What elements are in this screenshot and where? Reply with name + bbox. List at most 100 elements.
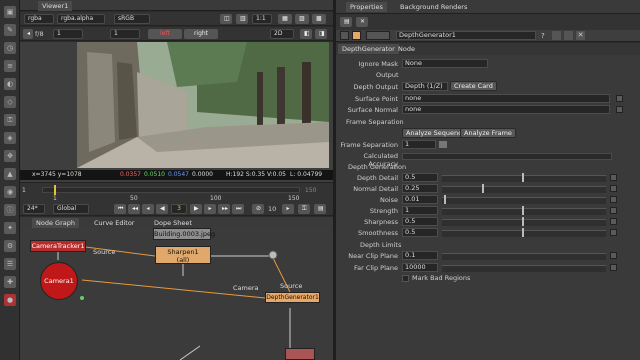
param-slider[interactable] [442,217,606,226]
param-anim-icon[interactable] [610,174,617,181]
param-value-field[interactable]: 0.01 [402,195,438,204]
surface-point-link-icon[interactable] [616,95,623,102]
toolsets-icon[interactable]: ⚙ [4,240,16,252]
metadata-icon[interactable]: ⓘ [4,204,16,216]
other-icon[interactable]: ☰ [4,258,16,270]
roi-icon[interactable]: ▦ [278,14,292,24]
param-value-field[interactable]: 0.5 [402,228,438,237]
draw-icon[interactable]: ✎ [4,24,16,36]
range-scope-dropdown[interactable]: Global [53,204,89,214]
param-slider-knob[interactable] [522,217,524,226]
undo-redo-icon[interactable] [366,31,390,40]
right-view-button[interactable]: right [184,29,218,39]
param-slider[interactable] [442,173,606,182]
frame-separation-field[interactable]: 1 [402,140,436,149]
param-anim-icon[interactable] [610,196,617,203]
param-anim-icon[interactable] [610,207,617,214]
timeline-track[interactable] [42,187,300,193]
param-slider[interactable] [442,184,606,193]
tab-dope-sheet[interactable]: Dope Sheet [150,218,196,228]
param-slider-knob[interactable] [522,173,524,182]
lock-range-icon[interactable]: ⚿ [298,204,310,214]
channels-dropdown[interactable]: rgba [24,14,54,24]
surface-normal-link-icon[interactable] [616,106,623,113]
frame-separation-slider[interactable] [439,141,447,148]
close-panel-icon[interactable]: ✕ [576,31,585,40]
gamma-field[interactable]: 1 [110,29,140,39]
tab-properties[interactable]: Properties [346,2,387,12]
camera-tracker-node[interactable]: CameraTracker1 [30,240,86,252]
far-clip-slider[interactable] [442,265,606,272]
param-slider-knob[interactable] [444,195,446,204]
revert-icon[interactable] [552,31,561,40]
play-backward-icon[interactable]: ◀ [156,204,168,214]
param-anim-icon[interactable] [610,229,617,236]
last-frame-icon[interactable]: ⏭ [232,204,244,214]
fps-dropdown[interactable]: 24* [23,204,45,214]
tab-curve-editor[interactable]: Curve Editor [90,218,138,228]
filter-icon[interactable]: ◇ [4,96,16,108]
zoom-dropdown[interactable]: 1:1 [252,14,272,24]
viewer-settings-icon[interactable]: ▩ [312,14,326,24]
left-view-button[interactable]: left [148,29,182,39]
layer-dropdown[interactable]: rgba.alpha [57,14,105,24]
pin-icon[interactable] [340,31,349,40]
param-slider[interactable] [442,195,606,204]
colorspace-dropdown[interactable]: sRGB [114,14,150,24]
prev-key-icon[interactable]: ◂◂ [128,204,140,214]
param-anim-icon[interactable] [610,185,617,192]
tab-depthgenerator[interactable]: DepthGenerator [338,44,399,54]
far-clip-anim-icon[interactable] [610,264,617,271]
gain-field[interactable]: 1 [53,29,83,39]
step-forward-icon[interactable]: ▸ [204,204,216,214]
node-graph-canvas[interactable]: CameraTracker1 Camera1 Building.0003.jpe… [20,228,333,360]
far-clip-field[interactable]: 10000 [402,263,438,272]
create-card-button[interactable]: Create Card [450,81,497,91]
float-icon[interactable] [564,31,573,40]
keyer-icon[interactable]: ⚿ [4,114,16,126]
param-anim-icon[interactable] [610,218,617,225]
read-node[interactable]: Building.0003.jpeg [153,228,215,240]
mask-overlay-icon[interactable]: ▨ [295,14,309,24]
clip-warning-icon[interactable]: ◫ [220,14,232,24]
properties-max-icon[interactable]: ▤ [340,17,352,27]
fstop-toggle-icon[interactable]: ◂ [23,29,33,39]
depth-output-dropdown[interactable]: Depth (1/Z) [402,82,448,91]
param-value-field[interactable]: 1 [402,206,438,215]
proxy-icon[interactable]: ▥ [236,14,248,24]
viewer-menu-icon[interactable]: ◨ [315,29,327,39]
properties-clear-icon[interactable]: ✕ [356,17,368,27]
param-slider-knob[interactable] [522,206,524,215]
param-value-field[interactable]: 0.5 [402,173,438,182]
merge-icon[interactable]: ◈ [4,132,16,144]
step-back-icon[interactable]: ◂ [142,204,154,214]
tab-node-graph[interactable]: Node Graph [32,218,79,228]
current-frame-field[interactable]: 3 [171,204,187,214]
playhead[interactable] [54,185,56,195]
tab-background-renders[interactable]: Background Renders [396,2,471,12]
time-icon[interactable]: ◷ [4,42,16,54]
step-size-icon[interactable]: ⊘ [252,204,264,214]
mark-bad-regions-checkbox[interactable] [402,275,409,282]
near-clip-field[interactable]: 0.1 [402,251,438,260]
param-slider-knob[interactable] [482,184,484,193]
view-mode-dropdown[interactable]: 2D [270,29,294,39]
depth-generator-node[interactable]: DepthGenerator1 [265,292,320,303]
sharpen-node[interactable]: Sharpen1 (all) [155,246,211,264]
node-color-icon[interactable] [352,31,361,40]
tab-node[interactable]: Node [394,44,419,54]
loop-icon[interactable]: ▸ [282,204,294,214]
param-slider[interactable] [442,228,606,237]
near-clip-slider[interactable] [442,253,606,260]
param-value-field[interactable]: 0.25 [402,184,438,193]
play-forward-icon[interactable]: ▶ [190,204,202,214]
output-node-partial[interactable] [285,348,315,360]
color-icon[interactable]: ◐ [4,78,16,90]
camera-node[interactable]: Camera1 [40,262,78,300]
viewer-lock-icon[interactable]: ◧ [300,29,312,39]
node-name-field[interactable]: DepthGenerator1 [396,31,536,40]
param-value-field[interactable]: 0.5 [402,217,438,226]
playback-settings-icon[interactable]: ▤ [314,204,326,214]
channel-icon[interactable]: ≡ [4,60,16,72]
3d-icon[interactable]: ▲ [4,168,16,180]
